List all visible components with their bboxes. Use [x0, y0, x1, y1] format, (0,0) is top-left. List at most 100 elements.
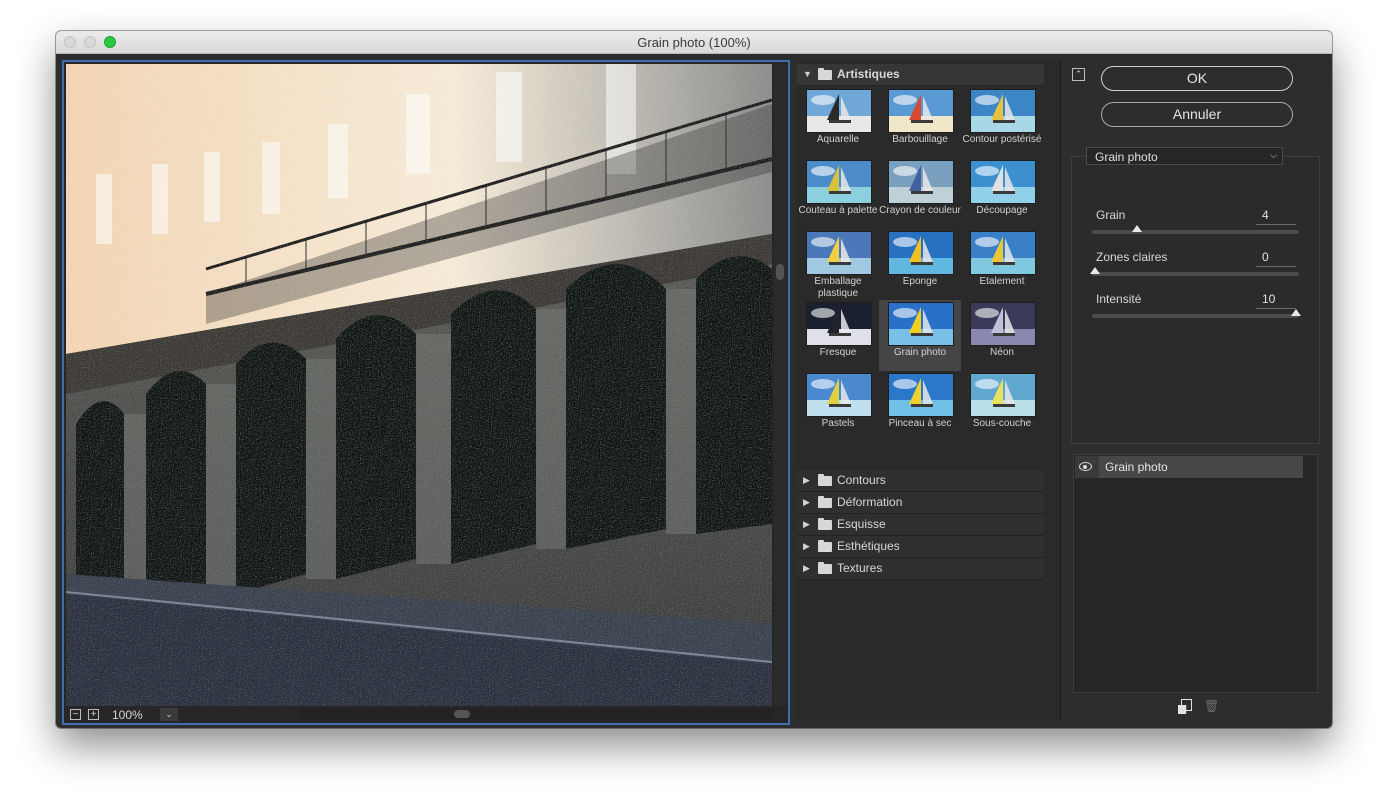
zoom-controls: − + 100% ⌄ [66, 708, 296, 722]
filter-thumbnail-label: Aquarelle [816, 134, 860, 145]
filter-thumbnail[interactable]: Contour postérisé [961, 87, 1043, 158]
filter-thumbnail[interactable]: Grain photo [879, 300, 961, 371]
collapsed-triangle-icon: ▶ [803, 475, 810, 485]
category-artistiques[interactable]: ▼ Artistiques [797, 64, 1044, 86]
zoom-menu-button[interactable]: ⌄ [160, 708, 178, 721]
ok-button[interactable]: OK [1101, 66, 1293, 91]
param-slider-track[interactable] [1092, 230, 1299, 234]
filter-thumbnail-label: Etalement [979, 276, 1025, 287]
title-bar[interactable]: Grain photo (100%) [56, 31, 1332, 54]
preview-frame: − + 100% ⌄ [62, 60, 790, 725]
param-control: Grain 4 [1092, 208, 1302, 248]
filter-thumbnail[interactable]: Emballage plastique [797, 229, 879, 300]
category-label: Contours [837, 473, 886, 487]
category-label: Déformation [837, 495, 903, 509]
filter-thumbnail[interactable]: Sous-couche [961, 371, 1043, 442]
category-row[interactable]: ▶ Esquisse [797, 514, 1044, 536]
filter-thumbnail-image [888, 231, 954, 275]
effect-layer-row[interactable]: Grain photo [1075, 456, 1303, 478]
filter-thumbnail[interactable]: Pinceau à sec [879, 371, 961, 442]
filter-thumbnail[interactable]: Couteau à palette [797, 158, 879, 229]
category-row[interactable]: ▶ Esthétiques [797, 536, 1044, 558]
param-slider-track[interactable] [1092, 314, 1299, 318]
filter-thumbnail-label: Eponge [902, 276, 938, 287]
eye-icon[interactable] [1079, 462, 1092, 471]
category-row[interactable]: ▶ Textures [797, 558, 1044, 580]
filter-thumbnail-image [888, 302, 954, 346]
param-value-field[interactable]: 4 [1256, 208, 1296, 225]
preview-photo [66, 64, 772, 706]
filter-select[interactable]: Grain photo ⌵ [1086, 147, 1283, 165]
filter-thumbnail-image [888, 89, 954, 133]
preview-vertical-scrollbar[interactable] [774, 64, 786, 706]
layer-name: Grain photo [1105, 460, 1168, 474]
horizontal-scroll-thumb[interactable] [454, 710, 470, 718]
filter-thumbnail-image [888, 160, 954, 204]
param-slider-knob[interactable] [1090, 267, 1100, 274]
filter-gallery-window: Grain photo (100%) − + 100% ⌄ ▼ Artistiq… [56, 31, 1332, 728]
folder-icon [818, 562, 832, 574]
param-value: 4 [1262, 208, 1269, 222]
param-control: Zones claires 0 [1090, 250, 1302, 290]
filter-thumbnail-image [888, 373, 954, 417]
filter-thumbnail[interactable]: Pastels [797, 371, 879, 442]
collapsed-triangle-icon: ▶ [803, 541, 810, 551]
folder-icon [818, 68, 832, 80]
param-value-field[interactable]: 10 [1256, 292, 1296, 309]
filter-thumbnail[interactable]: Découpage [961, 158, 1043, 229]
cancel-button[interactable]: Annuler [1101, 102, 1293, 127]
param-control: Intensité 10 [1092, 292, 1302, 332]
filter-thumbnail-label: Couteau à palette [798, 205, 878, 216]
filter-thumbnail-image [806, 160, 872, 204]
category-label: Textures [837, 561, 883, 575]
zoom-in-button[interactable]: + [88, 709, 99, 720]
filter-thumbnail[interactable]: Crayon de couleur [879, 158, 961, 229]
param-value: 0 [1262, 250, 1269, 264]
preview-image[interactable] [66, 64, 772, 706]
filter-thumbnail-image [970, 160, 1036, 204]
param-label: Grain [1096, 208, 1126, 222]
category-row[interactable]: ▶ Déformation [797, 492, 1044, 514]
filter-thumbnail-label: Emballage plastique [814, 276, 862, 299]
filter-thumbnail-label: Pastels [821, 418, 855, 429]
filter-thumbnail-label: Crayon de couleur [879, 205, 961, 216]
window-title: Grain photo (100%) [637, 35, 751, 50]
effect-layers-list: Grain photo [1073, 454, 1318, 693]
filter-thumbnail[interactable]: Eponge [879, 229, 961, 300]
collapsed-triangle-icon: ▶ [803, 519, 810, 529]
collapsed-triangle-icon: ▶ [803, 563, 810, 573]
folder-icon [818, 474, 832, 486]
param-slider-knob[interactable] [1132, 225, 1142, 232]
collapsed-triangle-icon: ▶ [803, 497, 810, 507]
filter-thumbnail-label: Néon [990, 347, 1014, 358]
vertical-scroll-thumb[interactable] [776, 264, 784, 280]
filter-select-value: Grain photo [1095, 150, 1158, 164]
filter-thumbnail[interactable]: Aquarelle [797, 87, 879, 158]
filter-thumbnail-image [806, 302, 872, 346]
filter-thumbnail[interactable]: Néon [961, 300, 1043, 371]
filter-thumbnail-image [970, 231, 1036, 275]
filter-thumbnail-label: Sous-couche [972, 418, 1032, 429]
filter-thumbnail-image [806, 89, 872, 133]
param-value-field[interactable]: 0 [1256, 250, 1296, 267]
filter-thumbnail[interactable]: Fresque [797, 300, 879, 371]
category-row[interactable]: ▶ Contours [797, 470, 1044, 492]
expand-triangle-icon: ▼ [803, 69, 812, 79]
filter-thumbnail-label: Découpage [976, 205, 1028, 216]
category-label: Artistiques [837, 67, 900, 81]
param-label: Intensité [1096, 292, 1142, 306]
filter-thumbnail[interactable]: Etalement [961, 229, 1043, 300]
category-label: Esquisse [837, 517, 886, 531]
param-value: 10 [1262, 292, 1276, 306]
trash-icon[interactable]: 🗑 [1204, 700, 1219, 713]
folder-icon [818, 540, 832, 552]
filter-thumbnail-label: Grain photo [893, 347, 947, 358]
filter-thumbnail[interactable]: Barbouillage [879, 87, 961, 158]
collapse-icon[interactable]: ⌃ [1072, 68, 1085, 81]
param-slider-knob[interactable] [1291, 309, 1301, 316]
preview-horizontal-scrollbar[interactable] [300, 708, 774, 720]
folder-icon [818, 518, 832, 530]
param-slider-track[interactable] [1092, 272, 1299, 276]
zoom-out-button[interactable]: − [70, 709, 81, 720]
filter-thumbnail-label: Fresque [819, 347, 857, 358]
